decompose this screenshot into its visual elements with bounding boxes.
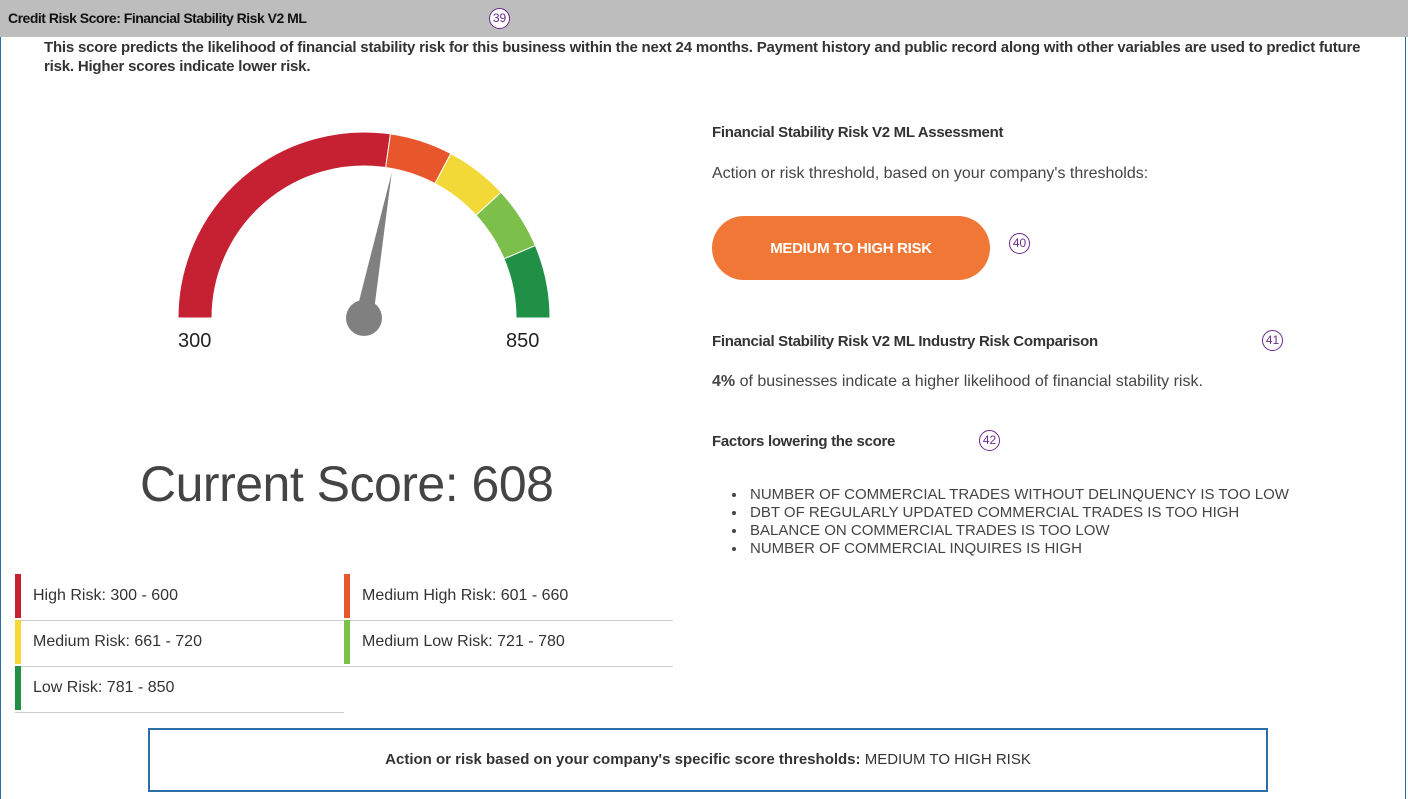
comparison-percent: 4% bbox=[712, 373, 736, 390]
legend-item-medium: Medium Risk: 661 - 720 bbox=[15, 620, 335, 664]
annotation-badge-39: 39 bbox=[489, 8, 510, 29]
legend-item-high: High Risk: 300 - 600 bbox=[15, 574, 335, 618]
section-header: Credit Risk Score: Financial Stability R… bbox=[0, 0, 1408, 37]
legend-label: Medium High Risk: 601 - 660 bbox=[362, 587, 569, 604]
gauge-min-label: 300 bbox=[178, 330, 212, 352]
factor-item: BALANCE ON COMMERCIAL TRADES IS TOO LOW bbox=[730, 522, 1400, 540]
annotation-badge-40: 40 bbox=[1009, 233, 1030, 254]
threshold-summary-box: Action or risk based on your company's s… bbox=[148, 728, 1268, 792]
gauge-hub bbox=[346, 300, 382, 336]
legend-label: Medium Low Risk: 721 - 780 bbox=[362, 633, 565, 650]
comparison-description: of businesses indicate a higher likeliho… bbox=[735, 373, 1203, 390]
factors-list: NUMBER OF COMMERCIAL TRADES WITHOUT DELI… bbox=[730, 486, 1400, 558]
section-title: Credit Risk Score: Financial Stability R… bbox=[8, 10, 307, 26]
legend-label: Medium Risk: 661 - 720 bbox=[33, 633, 202, 650]
legend-divider bbox=[15, 712, 344, 713]
gauge-segment-low bbox=[503, 244, 551, 319]
gauge-max-label: 850 bbox=[506, 330, 540, 352]
comparison-title: Financial Stability Risk V2 ML Industry … bbox=[712, 333, 1098, 350]
annotation-badge-42: 42 bbox=[979, 430, 1000, 451]
factor-item: DBT OF REGULARLY UPDATED COMMERCIAL TRAD… bbox=[730, 504, 1400, 522]
comparison-text: 4% of businesses indicate a higher likel… bbox=[712, 373, 1203, 391]
legend-label: Low Risk: 781 - 850 bbox=[33, 679, 175, 696]
threshold-summary-value: MEDIUM TO HIGH RISK bbox=[864, 751, 1031, 768]
gauge-segment-high bbox=[177, 131, 392, 319]
factor-item: NUMBER OF COMMERCIAL INQUIRES IS HIGH bbox=[730, 540, 1400, 558]
assessment-subtitle: Action or risk threshold, based on your … bbox=[712, 165, 1149, 182]
factor-item: NUMBER OF COMMERCIAL TRADES WITHOUT DELI… bbox=[730, 486, 1370, 504]
risk-legend: High Risk: 300 - 600 Medium High Risk: 6… bbox=[15, 574, 675, 714]
legend-item-medium-low: Medium Low Risk: 721 - 780 bbox=[344, 620, 674, 664]
annotation-badge-41: 41 bbox=[1262, 330, 1283, 351]
gauge-chart bbox=[177, 131, 551, 336]
score-description: This score predicts the likelihood of fi… bbox=[44, 39, 1361, 75]
score-gauge bbox=[170, 128, 560, 358]
current-score: Current Score: 608 bbox=[140, 456, 554, 512]
factors-title: Factors lowering the score bbox=[712, 433, 896, 450]
legend-item-medium-high: Medium High Risk: 601 - 660 bbox=[344, 574, 674, 618]
gauge-needle bbox=[355, 172, 392, 320]
risk-level-button[interactable]: MEDIUM TO HIGH RISK bbox=[712, 216, 990, 280]
threshold-summary-label: Action or risk based on your company's s… bbox=[385, 751, 861, 768]
legend-item-low: Low Risk: 781 - 850 bbox=[15, 666, 335, 710]
assessment-title: Financial Stability Risk V2 ML Assessmen… bbox=[712, 124, 1004, 141]
legend-label: High Risk: 300 - 600 bbox=[33, 587, 178, 604]
